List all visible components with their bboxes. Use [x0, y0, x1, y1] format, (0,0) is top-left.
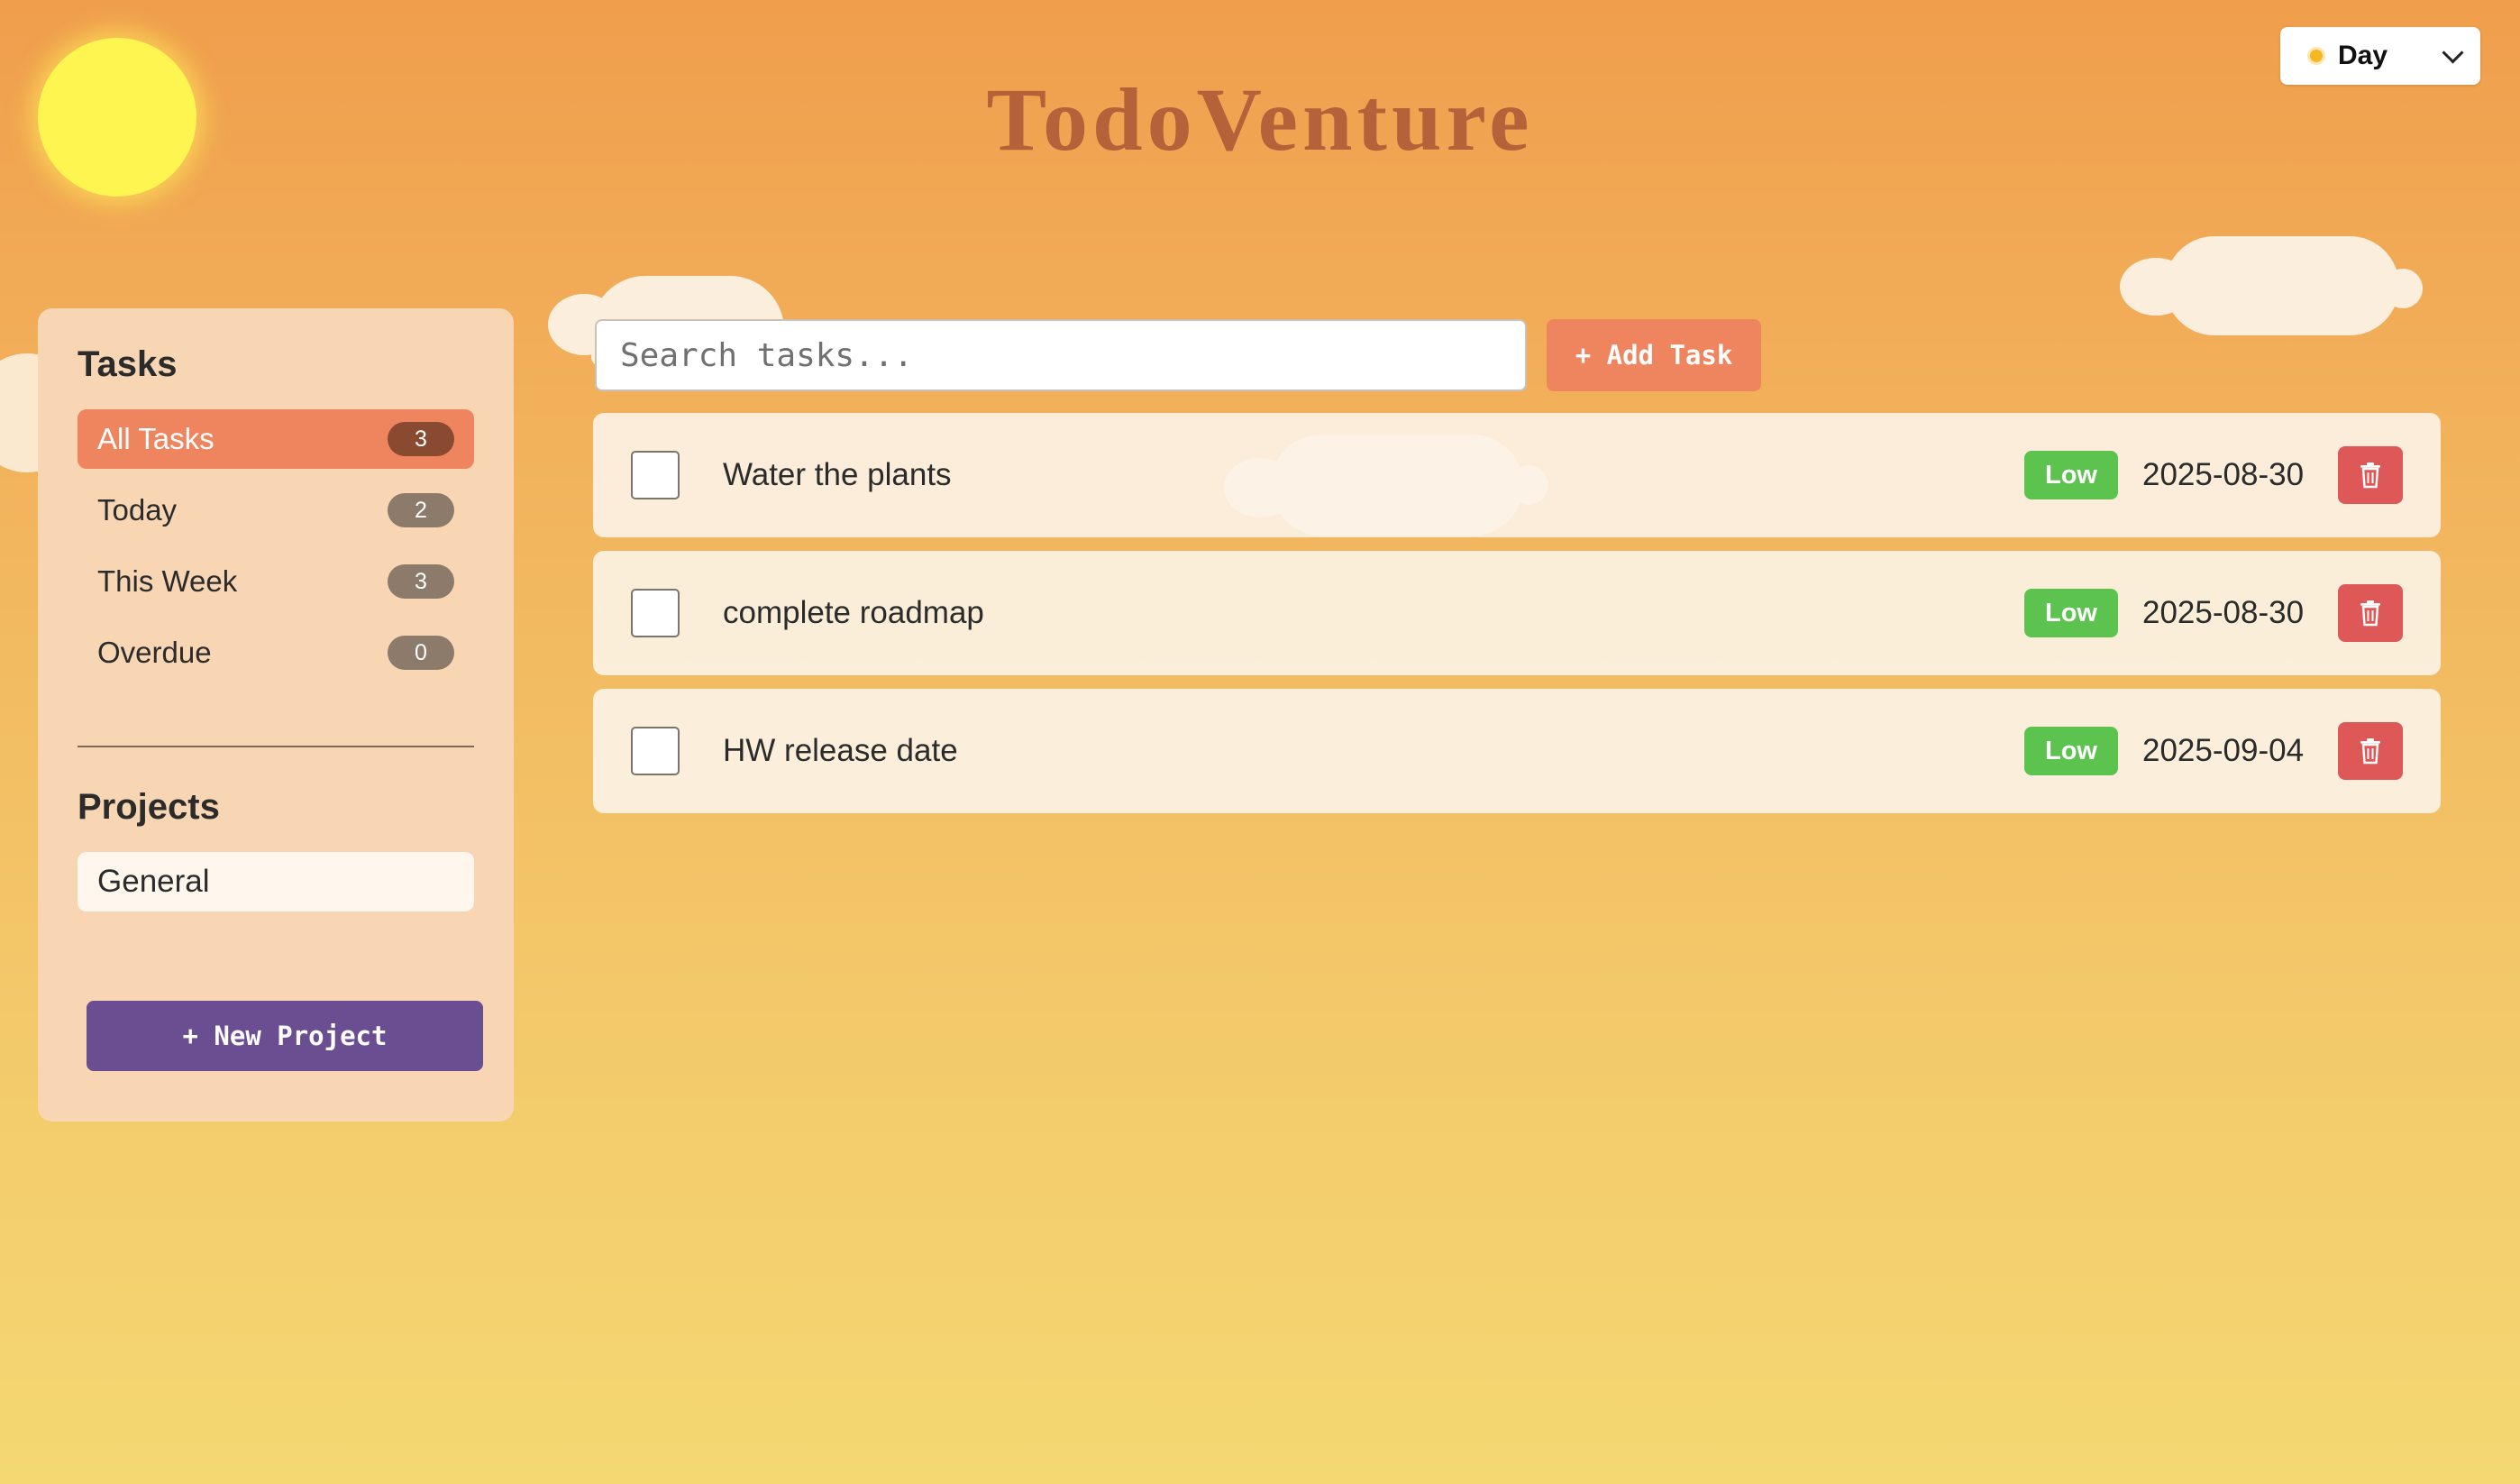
trash-icon — [2360, 738, 2380, 765]
sidebar-item-today[interactable]: Today 2 — [78, 481, 474, 540]
count-badge: 2 — [388, 493, 454, 527]
sidebar-item-label: Today — [97, 493, 178, 527]
due-date: 2025-08-30 — [2142, 457, 2305, 492]
projects-heading: Projects — [78, 787, 220, 827]
chevron-down-icon — [2442, 41, 2464, 64]
new-project-button[interactable]: + New Project — [87, 1001, 483, 1071]
due-date: 2025-09-04 — [2142, 733, 2305, 768]
sidebar-item-label: This Week — [97, 564, 238, 598]
sidebar: Tasks All Tasks 3 Today 2 This Week 3 Ov… — [38, 308, 514, 1122]
count-badge: 0 — [388, 636, 454, 670]
cloud-decoration — [2120, 236, 2423, 335]
sidebar-item-all-tasks[interactable]: All Tasks 3 — [78, 409, 474, 469]
delete-task-button[interactable] — [2338, 446, 2403, 504]
due-date: 2025-08-30 — [2142, 595, 2305, 630]
project-item-general[interactable]: General — [78, 852, 474, 911]
sun-icon — [2305, 45, 2327, 67]
priority-badge: Low — [2024, 589, 2118, 637]
search-input[interactable] — [595, 319, 1527, 391]
sidebar-divider — [78, 746, 474, 747]
project-item-label: General — [97, 864, 210, 899]
task-title: complete roadmap — [723, 595, 984, 630]
task-row: HW release date Low 2025-09-04 — [593, 689, 2441, 813]
task-checkbox[interactable] — [631, 589, 680, 637]
delete-task-button[interactable] — [2338, 722, 2403, 780]
tasks-heading: Tasks — [78, 344, 178, 384]
app-title: TodoVenture — [986, 69, 1534, 169]
cloud-decoration — [1224, 435, 1548, 536]
count-badge: 3 — [388, 564, 454, 599]
delete-task-button[interactable] — [2338, 584, 2403, 642]
theme-select[interactable]: Day — [2280, 27, 2480, 85]
priority-badge: Low — [2024, 727, 2118, 775]
priority-badge: Low — [2024, 451, 2118, 499]
count-badge: 3 — [388, 422, 454, 456]
task-row: complete roadmap Low 2025-08-30 — [593, 551, 2441, 675]
sidebar-item-label: All Tasks — [97, 422, 215, 455]
task-filter-list: All Tasks 3 Today 2 This Week 3 Overdue … — [78, 409, 474, 682]
task-checkbox[interactable] — [631, 451, 680, 499]
add-task-button[interactable]: + Add Task — [1547, 319, 1761, 391]
sidebar-item-this-week[interactable]: This Week 3 — [78, 552, 474, 611]
trash-icon — [2360, 600, 2380, 627]
theme-select-value: Day — [2338, 41, 2388, 70]
task-title: HW release date — [723, 733, 958, 768]
trash-icon — [2360, 463, 2380, 489]
sidebar-item-overdue[interactable]: Overdue 0 — [78, 623, 474, 682]
task-checkbox[interactable] — [631, 727, 680, 775]
sidebar-item-label: Overdue — [97, 636, 212, 669]
